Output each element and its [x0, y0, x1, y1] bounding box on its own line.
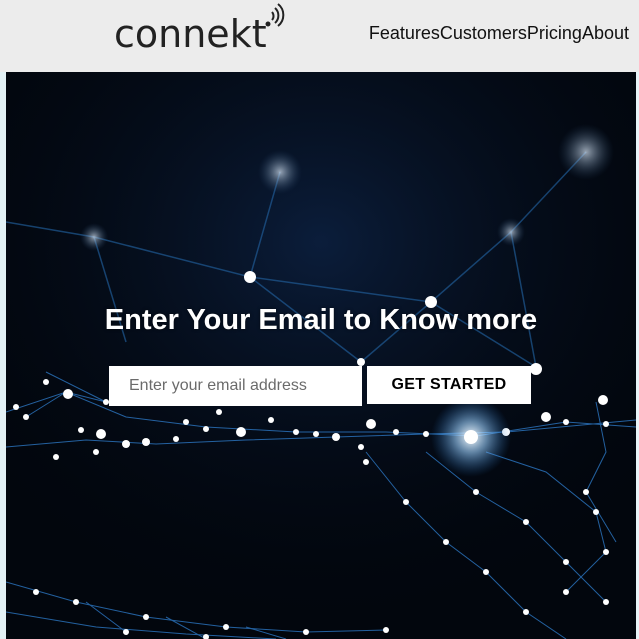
network-background: [6, 72, 636, 639]
nav-features[interactable]: Features: [369, 23, 440, 43]
logo[interactable]: connekt: [114, 3, 285, 56]
site-header: connekt FeaturesCustomersPricingAbout: [0, 0, 639, 72]
page: connekt FeaturesCustomersPricingAbout En…: [0, 0, 639, 639]
hero-section: Enter Your Email to Know more GET STARTE…: [6, 72, 636, 639]
hero-headline: Enter Your Email to Know more: [104, 304, 538, 336]
wifi-signal-icon: [265, 3, 285, 27]
nav-pricing[interactable]: Pricing: [527, 23, 582, 43]
nav-about[interactable]: About: [582, 23, 629, 43]
email-input[interactable]: [109, 366, 362, 406]
get-started-button[interactable]: GET STARTED: [367, 366, 531, 404]
nav-customers[interactable]: Customers: [440, 23, 527, 43]
main-nav: FeaturesCustomersPricingAbout: [369, 23, 629, 44]
logo-text: connekt: [114, 12, 267, 56]
